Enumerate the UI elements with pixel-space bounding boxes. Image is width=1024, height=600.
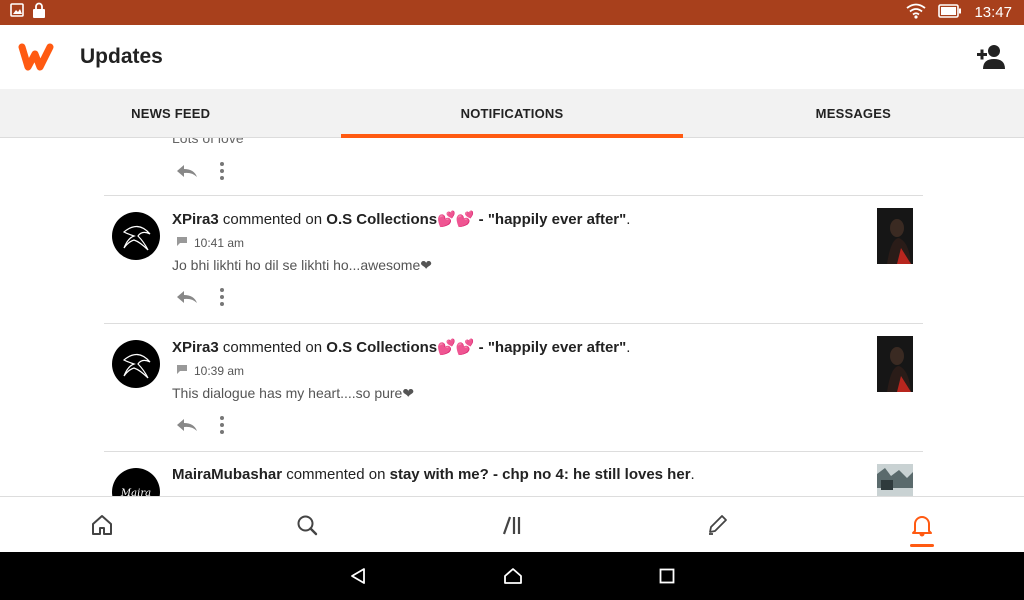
wattpad-logo <box>18 43 54 71</box>
svg-text:Maira: Maira <box>120 488 151 496</box>
action-text: commented on <box>222 339 323 356</box>
nav-home[interactable] <box>0 497 205 552</box>
bottom-navigation <box>0 496 1024 552</box>
story-link[interactable]: O.S Collections💕💕 - "happily ever after" <box>326 339 626 356</box>
image-icon <box>10 3 24 22</box>
timestamp: 10:41 am <box>194 236 245 250</box>
more-options-icon[interactable] <box>220 162 224 185</box>
list-item[interactable]: XPira3 commented on O.S Collections💕💕 - … <box>104 324 923 452</box>
comment-text: Lots of love <box>172 138 244 146</box>
reply-icon[interactable] <box>176 418 198 437</box>
notification-headline: XPira3 commented on O.S Collections💕💕 - … <box>172 211 631 228</box>
nav-notifications[interactable] <box>819 497 1024 552</box>
tab-label: MESSAGES <box>815 105 891 121</box>
comment-text: Jo bhi likhti ho dil se likhti ho...awes… <box>172 257 432 273</box>
battery-icon <box>938 3 962 22</box>
library-icon <box>502 516 521 534</box>
notification-headline: MairaMubashar commented on stay with me?… <box>172 466 695 483</box>
story-link[interactable]: O.S Collections💕💕 - "happily ever after" <box>326 211 626 228</box>
avatar[interactable] <box>112 340 160 388</box>
reply-icon[interactable] <box>176 290 198 309</box>
list-item[interactable]: Maira MairaMubashar commented on stay wi… <box>104 452 923 496</box>
more-options-icon[interactable] <box>220 416 224 439</box>
nav-search[interactable] <box>205 497 410 552</box>
tab-label: NOTIFICATIONS <box>460 105 564 121</box>
comment-text: This dialogue has my heart....so pure❤ <box>172 385 415 401</box>
avatar[interactable] <box>112 212 160 260</box>
nav-library[interactable] <box>410 497 615 552</box>
status-bar: 13:47 <box>0 0 1024 25</box>
action-text: commented on <box>222 211 323 228</box>
comment-icon <box>176 364 188 378</box>
notification-feed[interactable]: Lots of love XPira3 commented on O.S Col… <box>104 138 923 496</box>
page-title: Updates <box>80 45 163 68</box>
tab-messages[interactable]: MESSAGES <box>683 89 1024 137</box>
lock-icon <box>32 2 46 23</box>
timestamp: 10:39 am <box>194 364 245 378</box>
action-text: commented on <box>286 466 386 483</box>
more-options-icon[interactable] <box>220 288 224 311</box>
tab-bar: NEWS FEED NOTIFICATIONS MESSAGES <box>0 89 1024 138</box>
app-bar: Updates <box>0 25 1024 89</box>
reply-icon[interactable] <box>176 164 198 183</box>
list-item: Lots of love <box>104 138 923 196</box>
tab-notifications[interactable]: NOTIFICATIONS <box>341 89 683 138</box>
tab-news-feed[interactable]: NEWS FEED <box>0 89 341 137</box>
write-icon <box>708 514 727 535</box>
username-link[interactable]: MairaMubashar <box>172 466 282 483</box>
search-icon <box>297 515 318 535</box>
notification-headline: XPira3 commented on O.S Collections💕💕 - … <box>172 339 631 356</box>
nav-write[interactable] <box>614 497 819 552</box>
story-cover-thumbnail[interactable] <box>877 464 913 496</box>
username-link[interactable]: XPira3 <box>172 339 219 356</box>
story-link[interactable]: stay with me? - chp no 4: he still loves… <box>390 466 691 483</box>
story-cover-thumbnail[interactable] <box>877 336 913 392</box>
recents-icon[interactable] <box>659 568 675 584</box>
status-time: 13:47 <box>974 4 1012 21</box>
back-icon[interactable] <box>349 567 367 585</box>
wifi-icon <box>906 3 927 23</box>
tab-label: NEWS FEED <box>131 105 211 121</box>
system-navigation-bar <box>0 552 1024 600</box>
username-link[interactable]: XPira3 <box>172 211 219 228</box>
avatar[interactable]: Maira <box>112 468 160 496</box>
notifications-icon <box>911 515 932 536</box>
home-icon <box>92 514 113 535</box>
comment-icon <box>176 236 188 250</box>
home-circle-icon[interactable] <box>503 567 523 585</box>
add-user-icon[interactable] <box>976 42 1006 72</box>
story-cover-thumbnail[interactable] <box>877 208 913 264</box>
list-item[interactable]: XPira3 commented on O.S Collections💕💕 - … <box>104 196 923 324</box>
